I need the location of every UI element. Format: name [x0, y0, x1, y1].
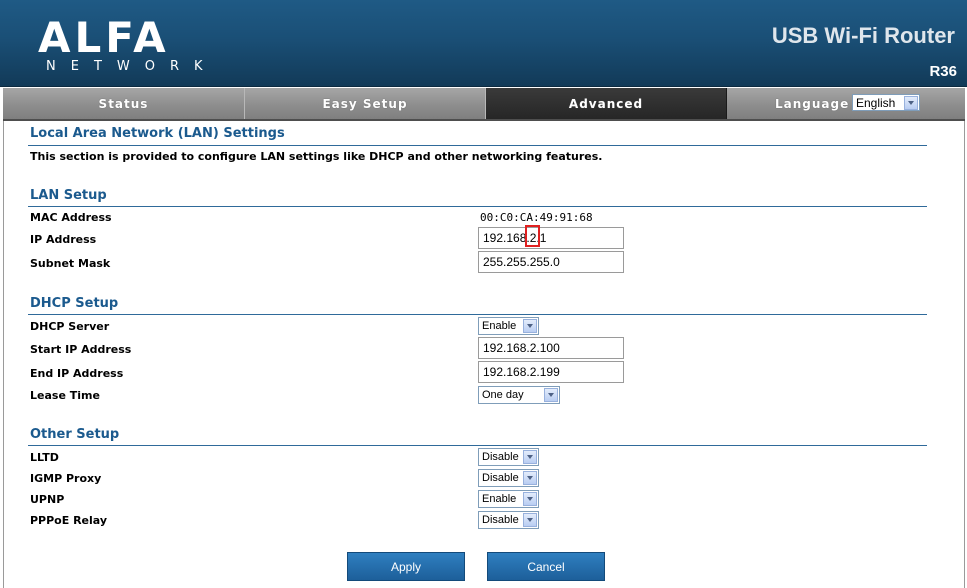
product-title: USB Wi-Fi Router: [771, 23, 955, 48]
chevron-down-icon[interactable]: [523, 450, 537, 464]
igmp-proxy-label: IGMP Proxy: [30, 472, 102, 485]
ip-address-label: IP Address: [30, 233, 97, 246]
section-other-setup: Other Setup: [30, 427, 120, 442]
lease-time-label: Lease Time: [30, 389, 100, 402]
lease-time-value: One day: [482, 389, 524, 401]
alfa-logo: ALFA NETWORK: [34, 14, 234, 84]
subnet-mask-label: Subnet Mask: [30, 257, 111, 270]
product-model: R36: [929, 63, 957, 80]
page-description: This section is provided to configure LA…: [30, 150, 603, 163]
mac-address-label: MAC Address: [30, 211, 112, 224]
main-nav: Status Easy Setup Advanced Language Engl…: [3, 88, 965, 121]
title-divider: [28, 145, 927, 146]
dhcp-server-label: DHCP Server: [30, 320, 110, 333]
tab-easy-setup[interactable]: Easy Setup: [245, 88, 486, 119]
section-divider: [28, 445, 927, 446]
chevron-down-icon[interactable]: [523, 319, 537, 333]
start-ip-label: Start IP Address: [30, 343, 132, 356]
chevron-down-icon[interactable]: [904, 96, 918, 110]
cancel-button[interactable]: Cancel: [487, 552, 605, 581]
language-select[interactable]: English: [852, 94, 920, 111]
dhcp-server-value: Enable: [482, 320, 517, 332]
end-ip-label: End IP Address: [30, 367, 124, 380]
logo-subtext: NETWORK: [46, 59, 218, 74]
lltd-label: LLTD: [30, 451, 59, 464]
subnet-mask-input[interactable]: 255.255.255.0: [478, 251, 624, 273]
pppoe-relay-value: Disable: [482, 514, 519, 526]
pppoe-relay-label: PPPoE Relay: [30, 514, 108, 527]
cursor-highlight-box: [525, 225, 540, 247]
upnp-label: UPNP: [30, 493, 65, 506]
section-dhcp-setup: DHCP Setup: [30, 296, 119, 311]
tab-status[interactable]: Status: [3, 88, 245, 119]
chevron-down-icon[interactable]: [523, 513, 537, 527]
igmp-proxy-value: Disable: [482, 472, 519, 484]
start-ip-input[interactable]: 192.168.2.100: [478, 337, 624, 359]
logo-text: ALFA: [38, 13, 170, 62]
header-banner: ALFA NETWORK USB Wi-Fi Router R36: [0, 0, 967, 87]
language-select-value: English: [856, 96, 896, 110]
section-divider: [28, 314, 927, 315]
section-divider: [28, 206, 927, 207]
language-label: Language: [775, 97, 850, 111]
lltd-value: Disable: [482, 451, 519, 463]
upnp-select[interactable]: Enable: [478, 490, 539, 508]
apply-button[interactable]: Apply: [347, 552, 465, 581]
mac-address-value: 00:C0:CA:49:91:68: [480, 211, 593, 224]
pppoe-relay-select[interactable]: Disable: [478, 511, 539, 529]
dhcp-server-select[interactable]: Enable: [478, 317, 539, 335]
section-lan-setup: LAN Setup: [30, 188, 107, 203]
ip-address-input[interactable]: 192.168.2.1: [478, 227, 624, 249]
end-ip-input[interactable]: 192.168.2.199: [478, 361, 624, 383]
upnp-value: Enable: [482, 493, 517, 505]
tab-advanced[interactable]: Advanced: [486, 88, 727, 119]
lltd-select[interactable]: Disable: [478, 448, 539, 466]
chevron-down-icon[interactable]: [523, 492, 537, 506]
lease-time-select[interactable]: One day: [478, 386, 560, 404]
igmp-proxy-select[interactable]: Disable: [478, 469, 539, 487]
page-title: Local Area Network (LAN) Settings: [30, 126, 285, 141]
chevron-down-icon[interactable]: [544, 388, 558, 402]
chevron-down-icon[interactable]: [523, 471, 537, 485]
